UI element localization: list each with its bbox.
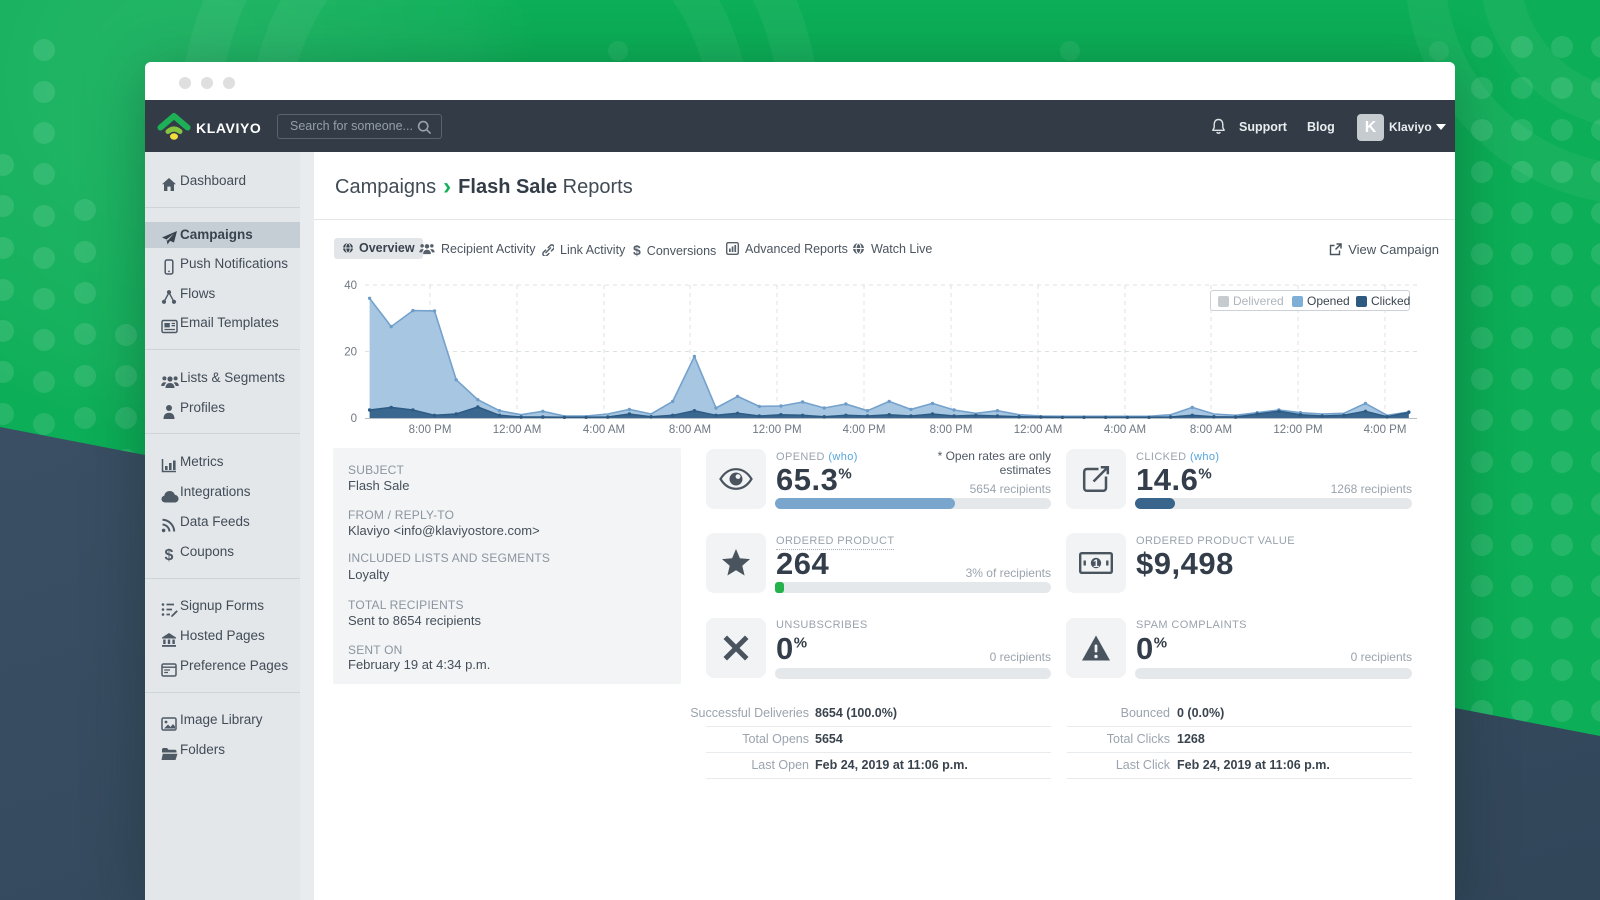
- svg-text:1: 1: [1093, 558, 1099, 570]
- svg-text:8:00 PM: 8:00 PM: [930, 424, 973, 436]
- svg-text:20: 20: [344, 347, 357, 359]
- svg-text:8:00 PM: 8:00 PM: [409, 424, 452, 436]
- svg-text:8:00 AM: 8:00 AM: [1190, 424, 1232, 436]
- svg-text:12:00 PM: 12:00 PM: [1273, 424, 1322, 436]
- svg-text:40: 40: [344, 280, 357, 292]
- svg-text:4:00 PM: 4:00 PM: [843, 424, 886, 436]
- svg-text:12:00 AM: 12:00 AM: [493, 424, 542, 436]
- svg-text:12:00 AM: 12:00 AM: [1014, 424, 1063, 436]
- svg-text:12:00 PM: 12:00 PM: [752, 424, 801, 436]
- svg-text:8:00 AM: 8:00 AM: [669, 424, 711, 436]
- svg-text:0: 0: [351, 413, 357, 425]
- svg-text:4:00 AM: 4:00 AM: [1104, 424, 1146, 436]
- svg-text:4:00 AM: 4:00 AM: [583, 424, 625, 436]
- svg-text:$: $: [165, 547, 174, 563]
- svg-text:4:00 PM: 4:00 PM: [1364, 424, 1407, 436]
